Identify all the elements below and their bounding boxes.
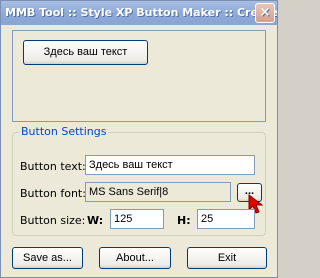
- app-window: MMB Tool :: Style XP Button Maker :: Cre…: [0, 0, 278, 278]
- close-button[interactable]: ×: [255, 3, 275, 23]
- title-bar[interactable]: MMB Tool :: Style XP Button Maker :: Cre…: [1, 1, 277, 25]
- window-title: MMB Tool :: Style XP Button Maker :: Cre…: [5, 6, 277, 19]
- button-size-label: Button size:: [20, 214, 86, 227]
- save-as-button[interactable]: Save as...: [12, 247, 83, 269]
- width-label: W:: [87, 214, 104, 227]
- close-icon: ×: [259, 5, 271, 20]
- exit-button[interactable]: Exit: [187, 247, 267, 269]
- button-text-input[interactable]: Здесь ваш текст: [85, 155, 255, 175]
- height-label: H:: [177, 214, 191, 227]
- width-input[interactable]: 125: [110, 209, 164, 229]
- button-preview-panel: Здесь ваш текст: [12, 30, 266, 122]
- button-font-field: MS Sans Serif|8: [85, 182, 231, 202]
- button-font-label: Button font:: [20, 187, 86, 200]
- button-settings-legend: Button Settings: [19, 125, 109, 138]
- button-text-label: Button text:: [20, 160, 86, 173]
- height-input[interactable]: 25: [197, 209, 255, 229]
- preview-button[interactable]: Здесь ваш текст: [23, 40, 148, 65]
- about-button[interactable]: About...: [99, 247, 171, 269]
